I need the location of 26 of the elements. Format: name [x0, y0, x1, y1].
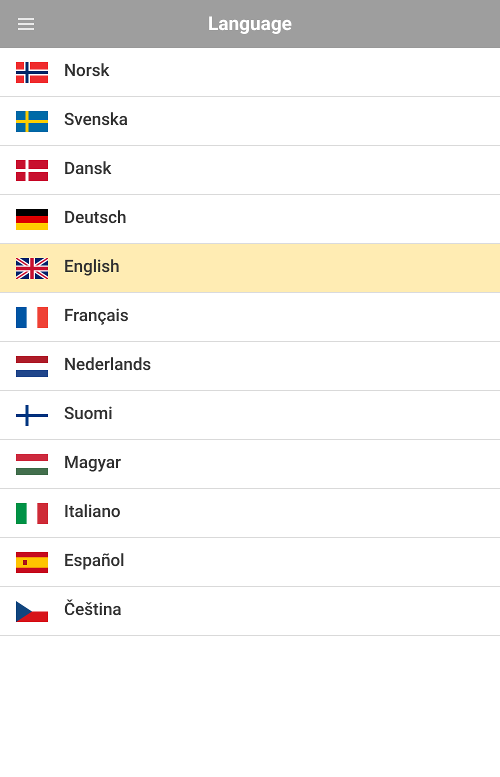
flag-icon: [16, 306, 48, 328]
language-label: English: [64, 256, 120, 280]
language-label: Magyar: [64, 452, 122, 476]
flag-icon: [16, 258, 48, 278]
language-label: Suomi: [64, 403, 113, 426]
language-item[interactable]: English: [0, 244, 500, 293]
flag-icon: [16, 208, 48, 230]
language-label: Čeština: [64, 598, 122, 622]
language-label: Français: [64, 305, 129, 328]
flag-icon: [16, 404, 48, 426]
flag-icon: [16, 110, 48, 132]
flag-icon: [16, 454, 48, 474]
language-label: Nederlands: [64, 354, 152, 378]
flag-icon: [16, 552, 48, 572]
flag-icon: [16, 356, 48, 376]
language-label: Italiano: [64, 501, 121, 524]
flag-icon: [16, 502, 48, 524]
header-title: Language: [208, 10, 292, 37]
language-label: Dansk: [64, 158, 112, 182]
flag-icon: [16, 600, 48, 622]
language-label: Deutsch: [64, 207, 126, 230]
language-label: Norsk: [64, 60, 110, 84]
flag-icon: [16, 62, 48, 82]
language-label: Español: [64, 550, 125, 574]
flag-icon: [16, 160, 48, 180]
language-label: Svenska: [64, 109, 128, 132]
